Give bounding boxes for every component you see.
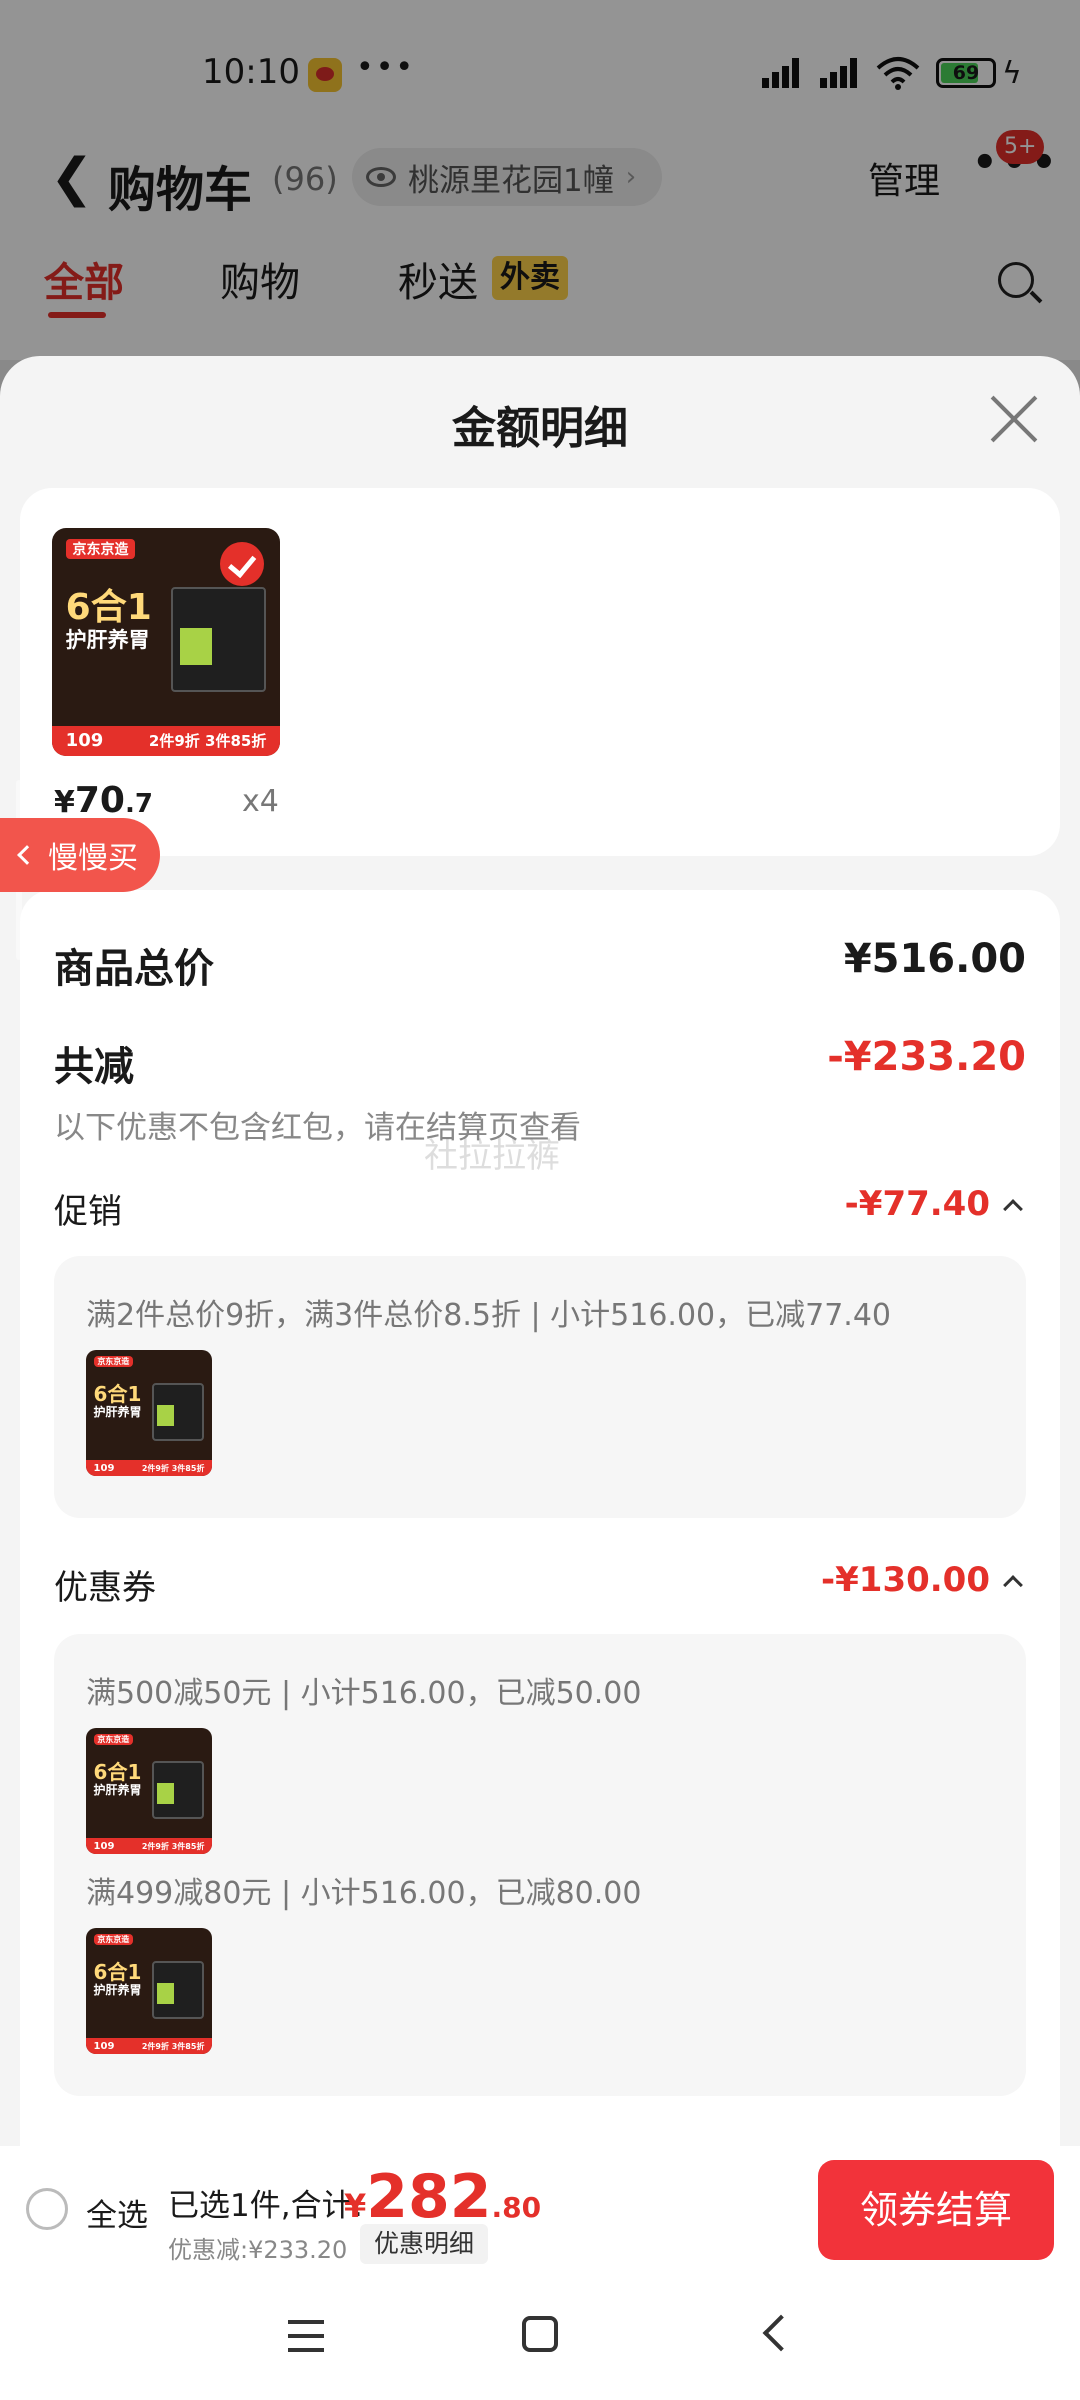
reduce-value: -¥233.20 (827, 1034, 1026, 1080)
promotion-value[interactable]: -¥77.40 (845, 1184, 990, 1224)
amount-detail-sheet: 金额明细 京东京造 6合1 护肝养胃 109 2件9折 3件85折 ¥70.7 … (0, 356, 1080, 2146)
slow-buy-label: 慢慢买 (48, 841, 138, 876)
discount-amount: 优惠减:¥233.20 (168, 2236, 348, 2264)
check-icon (220, 542, 264, 586)
coupon-value[interactable]: -¥130.00 (821, 1560, 990, 1600)
sheet-title: 金额明细 (452, 403, 628, 454)
select-all-radio[interactable] (26, 2188, 68, 2230)
product-price: ¥70.7 (54, 780, 153, 821)
select-all-label[interactable]: 全选 (86, 2190, 148, 2235)
promotion-detail-box: 满2件总价9折，满3件总价8.5折 | 小计516.00，已减77.40 京东京… (54, 1256, 1026, 1518)
product-image: 京东京造 6合1 护肝养胃 109 2件9折 3件85折 (86, 1728, 212, 1854)
product-card: 京东京造 6合1 护肝养胃 109 2件9折 3件85折 ¥70.7 x4 (20, 488, 1060, 856)
product-image: 京东京造 6合1 护肝养胃 109 2件9折 3件85折 (86, 1350, 212, 1476)
slow-buy-button[interactable]: 慢慢买 (0, 818, 160, 892)
coupon-detail: 满499减80元 | 小计516.00，已减80.00 (86, 1876, 642, 1911)
promotion-label: 促销 (54, 1192, 122, 1232)
product-image: 京东京造 6合1 护肝养胃 109 2件9折 3件85折 (86, 1928, 212, 2054)
promotion-detail: 满2件总价9折，满3件总价8.5折 | 小计516.00，已减77.40 (86, 1298, 892, 1333)
reduce-label: 共减 (54, 1044, 134, 1090)
close-icon[interactable] (986, 392, 1042, 448)
discount-detail-button[interactable]: 优惠明细 (360, 2224, 489, 2264)
checkout-button[interactable]: 领券结算 (818, 2160, 1054, 2260)
total-value: ¥516.00 (843, 936, 1026, 982)
system-nav-bar (0, 2274, 1080, 2400)
coupon-detail-box: 满500减50元 | 小计516.00，已减50.00 京东京造 6合1 护肝养… (54, 1634, 1026, 2096)
back-icon[interactable] (762, 2314, 800, 2352)
home-icon[interactable] (522, 2316, 558, 2352)
thumb-price: 109 (65, 730, 104, 752)
chevron-left-icon (17, 845, 37, 865)
product-quantity: x4 (242, 784, 279, 819)
menu-icon[interactable] (288, 2320, 324, 2352)
thumb-subtitle: 护肝养胃 (65, 627, 150, 652)
price-summary-card: 商品总价 ¥516.00 共减 -¥233.20 以下优惠不包含红包，请在结算页… (20, 890, 1060, 2146)
selected-summary: 已选1件,合计: (168, 2188, 364, 2224)
watermark: 社拉拉裤 (424, 1136, 560, 1176)
chevron-up-icon[interactable] (1003, 1575, 1023, 1595)
thumb-promo: 2件9折 3件85折 (148, 732, 267, 751)
coupon-detail: 满500减50元 | 小计516.00，已减50.00 (86, 1676, 642, 1711)
coupon-label: 优惠券 (54, 1568, 156, 1608)
thumb-brand: 京东京造 (65, 539, 136, 560)
chevron-up-icon[interactable] (1003, 1199, 1023, 1219)
total-price: ¥282.80 (344, 2162, 542, 2232)
thumb-title: 6合1 (65, 587, 152, 629)
checkout-bar: 全选 已选1件,合计: ¥282.80 优惠减:¥233.20 优惠明细 领券结… (0, 2146, 1080, 2274)
total-label: 商品总价 (54, 946, 214, 992)
